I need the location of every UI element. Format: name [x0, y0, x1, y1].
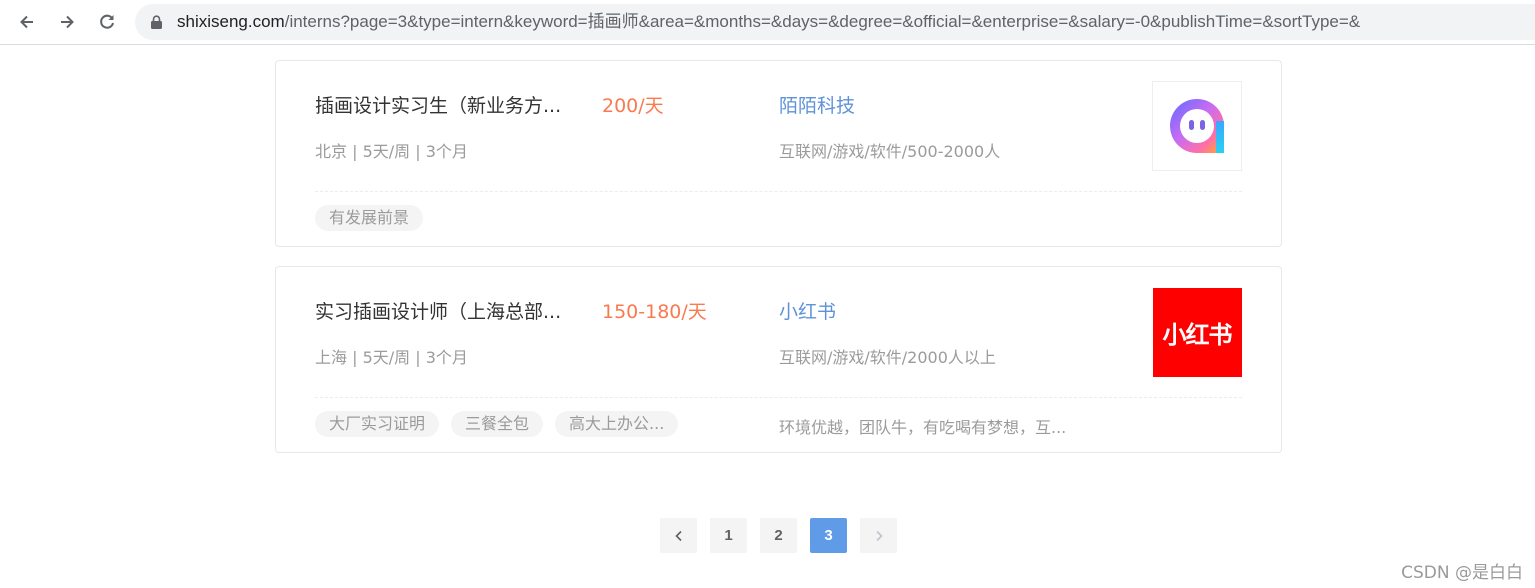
page-3-button[interactable]: 3 — [810, 518, 847, 553]
arrow-left-icon — [20, 15, 33, 29]
reload-button[interactable] — [90, 5, 124, 39]
lock-icon — [151, 15, 162, 29]
xiaohongshu-logo-icon: 小红书 — [1152, 287, 1242, 377]
pagination: 1 2 3 — [660, 518, 897, 553]
job-tags: 大厂实习证明 三餐全包 高大上办公... — [315, 411, 679, 437]
arrow-right-icon — [61, 15, 74, 29]
company-name[interactable]: 小红书 — [779, 297, 836, 324]
url-path: /interns?page=3&type=intern&keyword=插画师&… — [284, 12, 1361, 31]
address-bar[interactable]: shixiseng.com/interns?page=3&type=intern… — [135, 4, 1535, 40]
job-tag: 大厂实习证明 — [315, 411, 440, 437]
job-title[interactable]: 实习插画设计师（上海总部... — [315, 297, 561, 324]
company-name[interactable]: 陌陌科技 — [779, 91, 855, 118]
job-meta: 上海 | 5天/周 | 3个月 — [315, 348, 468, 367]
job-salary: 150-180/天 — [602, 301, 707, 323]
reload-icon — [100, 14, 114, 29]
url-domain: shixiseng.com — [177, 12, 285, 31]
watermark: CSDN @是白白 — [1401, 563, 1523, 583]
job-salary: 200/天 — [602, 95, 664, 117]
job-tags: 有发展前景 — [315, 205, 424, 231]
page-2-button[interactable]: 2 — [760, 518, 797, 553]
job-tag: 三餐全包 — [451, 411, 544, 437]
job-card[interactable]: 实习插画设计师（上海总部... 150-180/天 小红书 上海 | 5天/周 … — [275, 266, 1282, 453]
company-industry: 互联网/游戏/软件/2000人以上 — [779, 348, 996, 367]
job-tag: 有发展前景 — [315, 205, 424, 231]
url-text: shixiseng.com/interns?page=3&type=intern… — [177, 12, 1360, 32]
job-card[interactable]: 插画设计实习生（新业务方... 200/天 陌陌科技 北京 | 5天/周 | 3… — [275, 60, 1282, 247]
job-title[interactable]: 插画设计实习生（新业务方... — [315, 91, 561, 118]
momo-logo-icon — [1170, 99, 1224, 153]
back-button[interactable] — [10, 5, 44, 39]
chevron-left-icon — [674, 530, 682, 541]
prev-page-button[interactable] — [660, 518, 697, 553]
browser-toolbar: shixiseng.com/interns?page=3&type=intern… — [0, 0, 1535, 45]
card-divider — [315, 191, 1242, 192]
company-welfare: 环境优越，团队牛，有吃喝有梦想，互... — [779, 418, 1067, 437]
page-1-button[interactable]: 1 — [710, 518, 747, 553]
card-divider — [315, 397, 1242, 398]
forward-button[interactable] — [50, 5, 84, 39]
job-meta: 北京 | 5天/周 | 3个月 — [315, 142, 468, 161]
company-logo[interactable]: 小红书 — [1152, 287, 1242, 377]
job-tag: 高大上办公... — [555, 411, 679, 437]
company-logo[interactable] — [1152, 81, 1242, 171]
next-page-button[interactable] — [860, 518, 897, 553]
chevron-right-icon — [875, 530, 883, 541]
company-industry: 互联网/游戏/软件/500-2000人 — [779, 142, 1001, 161]
